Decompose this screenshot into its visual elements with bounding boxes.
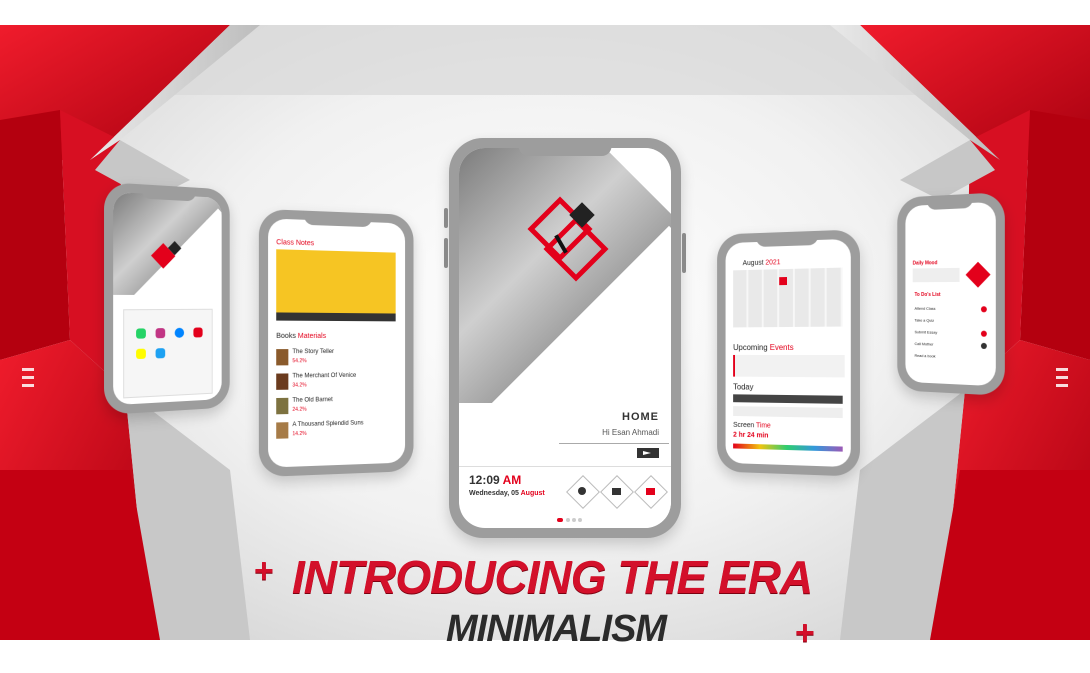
phone-notch (518, 138, 612, 156)
todo-toggle[interactable] (980, 330, 987, 337)
brand-logo-icon (151, 241, 189, 283)
calendar-month: August 2021 (743, 259, 781, 267)
usage-bar (733, 443, 843, 452)
book-cover (276, 349, 289, 366)
page-indicator[interactable] (578, 518, 582, 522)
event-card[interactable] (733, 354, 845, 378)
side-button (682, 233, 686, 273)
twitter-icon[interactable] (155, 348, 166, 359)
phone-library: Class Notes Books Materials The Story Te… (258, 208, 414, 478)
screen-time-label: Screen (733, 421, 755, 430)
screen-time-value: 2 hr 24 min (733, 431, 769, 440)
youtube-icon[interactable] (193, 327, 203, 338)
clock-date: Wednesday, 05 August (469, 490, 545, 497)
promo-canvas: Class Notes Books Materials The Story Te… (0, 0, 1090, 673)
phone-todo: Daily Mood To Do's List Attend Class Tak… (897, 192, 1005, 396)
notes-card-title: Class Notes (276, 239, 315, 248)
headline-plus-right: + (795, 614, 815, 652)
book-title[interactable]: The Old Barnet (292, 397, 332, 404)
clock-ampm: AM (502, 473, 522, 487)
calendar-year: 2021 (765, 259, 781, 267)
greeting-text: Hi Esan Ahmadi (602, 428, 659, 437)
today-bar (733, 394, 843, 404)
mood-icon (965, 261, 991, 288)
page-indicator[interactable] (572, 518, 576, 522)
phone-calendar: August 2021 Upcoming Events Today Screen… (717, 229, 860, 477)
books-section-label: Books (276, 332, 296, 340)
events-label-red: Events (769, 342, 794, 353)
book-title[interactable]: A Thousand Splendid Suns (292, 420, 363, 428)
today-label: Today (733, 382, 754, 392)
book-meta: 14.2% (292, 430, 307, 438)
screen-time-title: Screen Time (733, 422, 771, 430)
mood-header: Daily Mood (912, 260, 938, 267)
book-meta: 34.2% (292, 382, 307, 389)
calendar-grid[interactable] (733, 267, 843, 328)
todo-section-title: To Do's List (914, 292, 941, 298)
divider (559, 443, 669, 444)
notes-card[interactable] (276, 249, 396, 314)
mail-glyph (646, 488, 655, 495)
events-title: Upcoming Events (733, 343, 793, 352)
book-meta: 54.2% (292, 358, 307, 365)
todo-item[interactable]: Attend Class (915, 306, 936, 311)
phone-screen: HOME Hi Esan Ahmadi 12:09 AM Wednesday, … (459, 148, 671, 528)
whatsapp-icon[interactable] (136, 328, 146, 339)
calendar-month-name: August (742, 259, 764, 268)
todo-toggle[interactable] (980, 342, 987, 350)
phone-notch (755, 230, 819, 248)
phone-screen: Daily Mood To Do's List Attend Class Tak… (905, 201, 996, 387)
phone-screen (113, 191, 222, 406)
brand-logo-icon (527, 196, 611, 282)
headline-line1: INTRODUCING THE ERA (292, 551, 813, 603)
home-title: HOME (622, 411, 659, 423)
todo-item[interactable]: Take a Quiz (915, 318, 935, 323)
phone-screen: Class Notes Books Materials The Story Te… (268, 218, 406, 468)
side-button (444, 208, 448, 228)
arrow-forward-icon[interactable] (637, 448, 659, 458)
phone-notch (926, 193, 974, 211)
book-cover (276, 397, 289, 415)
todo-toggle[interactable] (980, 306, 987, 313)
instagram-icon[interactable] (155, 328, 166, 339)
divider (459, 466, 671, 467)
clock-hours: 12:09 (469, 473, 500, 487)
books-section-title: Books Materials (276, 333, 326, 340)
page-indicator[interactable] (566, 518, 570, 522)
date-month: August (520, 490, 545, 497)
user-glyph (578, 487, 586, 495)
today-item[interactable] (733, 406, 843, 419)
todo-item[interactable]: Read a book (915, 353, 936, 359)
date-prefix: Wednesday, 05 (469, 490, 519, 497)
book-cover (276, 422, 289, 439)
phone-notch (140, 184, 197, 202)
events-label: Upcoming (733, 343, 768, 353)
gallery-glyph (612, 488, 621, 495)
phone-home: HOME Hi Esan Ahmadi 12:09 AM Wednesday, … (444, 138, 686, 538)
phone-apps (104, 182, 230, 415)
book-cover (276, 373, 289, 390)
app-grid (123, 308, 213, 399)
page-indicator-active[interactable] (557, 518, 563, 522)
todo-item[interactable]: Submit Essay (915, 329, 938, 334)
headline-line2: MINIMALISM (446, 608, 667, 650)
book-meta: 24.2% (292, 406, 307, 413)
phone-notch (303, 210, 372, 228)
phone-screen: August 2021 Upcoming Events Today Screen… (725, 238, 851, 468)
calendar-today[interactable] (779, 277, 787, 286)
notes-card-toolbar (276, 312, 396, 322)
books-section-label-red: Materials (297, 332, 327, 340)
clock-time: 12:09 AM (469, 473, 521, 487)
headline-plus-left: + (254, 552, 274, 590)
messenger-icon[interactable] (174, 327, 185, 338)
side-button (444, 238, 448, 268)
snapchat-icon[interactable] (136, 348, 146, 360)
todo-item[interactable]: Call Mother (915, 341, 934, 346)
book-title[interactable]: The Merchant Of Venice (292, 373, 356, 380)
screen-time-label-red: Time (756, 422, 771, 430)
mood-card[interactable] (912, 267, 960, 283)
book-title[interactable]: The Story Teller (292, 349, 334, 355)
